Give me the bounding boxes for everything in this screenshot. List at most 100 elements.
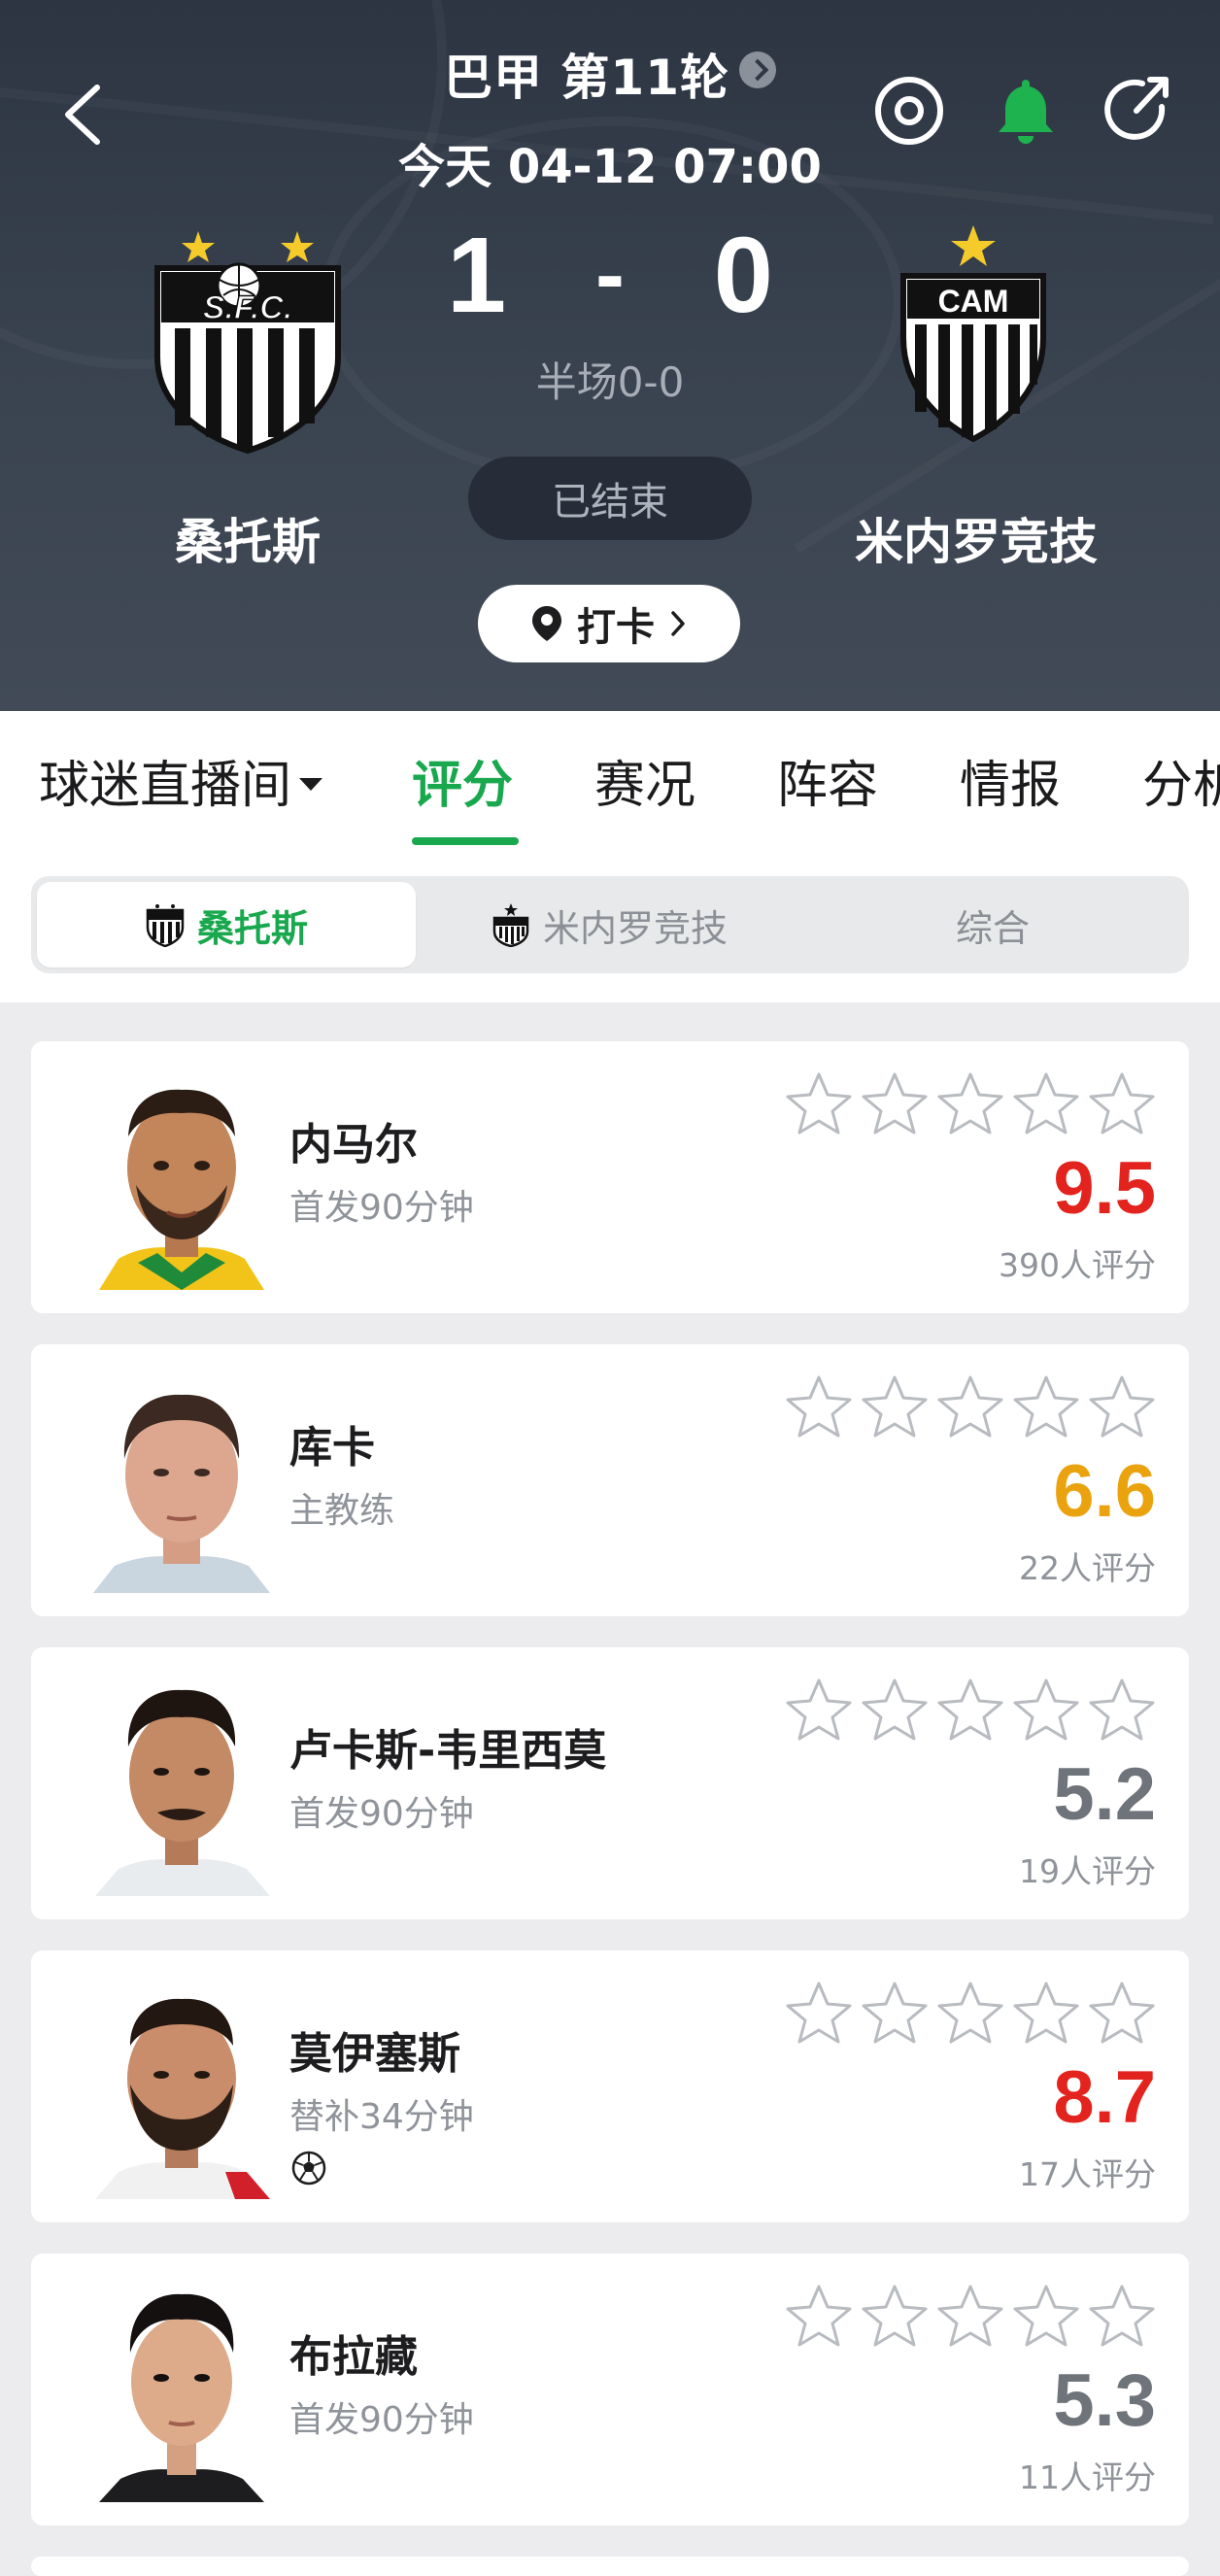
home-score: 1 (447, 215, 507, 335)
player-rating-card[interactable]: 布拉藏 首发90分钟 5.3 11人评分 (31, 2254, 1189, 2525)
location-pin-icon (532, 606, 561, 641)
match-header: 巴甲 第11轮 今天 04-12 07:00 S.F.C. 1 - 0 半场0-… (0, 0, 1220, 711)
santos-mini-crest-icon (146, 904, 185, 947)
segment-home-team[interactable]: 桑托斯 (37, 882, 416, 967)
checkin-label: 打卡 (577, 605, 655, 650)
away-score: 0 (713, 215, 773, 335)
player-photo (80, 1372, 284, 1593)
match-score: 1 - 0 (447, 212, 773, 338)
target-icon[interactable] (872, 74, 946, 148)
home-team-name[interactable]: 桑托斯 (97, 503, 398, 573)
segment-overall[interactable]: 综合 (802, 882, 1183, 967)
star-icon[interactable] (936, 1677, 1004, 1743)
star-icon[interactable] (1012, 2283, 1080, 2349)
segment-label: 米内罗竞技 (542, 906, 728, 950)
player-name: 布拉藏 (289, 2332, 418, 2382)
segment-away-team[interactable]: 米内罗竞技 (420, 882, 798, 967)
player-photo (80, 1675, 284, 1896)
star-rating-input[interactable] (785, 1373, 1156, 1440)
tab-label: 球迷直播间 (39, 757, 292, 815)
tab-bar: 球迷直播间 评分 赛况 阵容 情报 分析 (0, 711, 1220, 847)
player-role: 替补34分钟 (289, 2097, 474, 2137)
star-icon[interactable] (1088, 1070, 1156, 1136)
star-icon[interactable] (1012, 1373, 1080, 1440)
rating-count: 19人评分 (1019, 1852, 1156, 1890)
dropdown-caret-icon (299, 778, 323, 791)
star-icon[interactable] (1088, 1373, 1156, 1440)
atletico-mini-crest-icon (492, 903, 529, 947)
player-rating-card[interactable]: 库卡 主教练 6.6 22人评分 (31, 1344, 1189, 1616)
player-name: 卢卡斯-韦里西莫 (289, 1726, 607, 1776)
active-tab-indicator (412, 837, 519, 845)
player-rating-score: 8.7 (1053, 2056, 1156, 2139)
tab-fan-live[interactable]: 球迷直播间 (39, 744, 323, 817)
star-icon[interactable] (861, 1070, 929, 1136)
atletico-crest-text: CAM (938, 284, 1009, 319)
star-icon[interactable] (861, 1677, 929, 1743)
player-rating-score: 6.6 (1053, 1450, 1156, 1533)
score-separator: - (595, 225, 625, 323)
santos-crest: S.F.C. (154, 231, 341, 455)
star-icon[interactable] (861, 2283, 929, 2349)
player-rating-score: 5.2 (1053, 1753, 1156, 1836)
star-icon[interactable] (936, 2283, 1004, 2349)
star-icon[interactable] (785, 1070, 853, 1136)
share-icon[interactable] (1101, 74, 1175, 148)
soccer-ball-icon (291, 2151, 326, 2186)
player-name: 库卡 (289, 1423, 375, 1473)
player-rating-card-partial[interactable] (31, 2557, 1189, 2576)
team-filter-area: 桑托斯 米内罗竞技 综合 (0, 847, 1220, 1002)
star-icon[interactable] (1088, 1677, 1156, 1743)
segment-label: 桑托斯 (196, 906, 308, 950)
santos-crest-text: S.F.C. (203, 289, 293, 326)
star-icon[interactable] (785, 1677, 853, 1743)
player-rating-score: 9.5 (1053, 1147, 1156, 1230)
player-photo (80, 1978, 284, 2199)
star-rating-input[interactable] (785, 1677, 1156, 1743)
star-rating-input[interactable] (785, 2283, 1156, 2349)
star-icon[interactable] (1088, 2283, 1156, 2349)
tab-match-events[interactable]: 赛况 (594, 744, 695, 817)
player-photo (80, 2281, 284, 2502)
player-role: 首发90分钟 (289, 2400, 474, 2440)
star-icon[interactable] (785, 2283, 853, 2349)
star-rating-input[interactable] (785, 1070, 1156, 1136)
star-icon[interactable] (936, 1373, 1004, 1440)
player-role: 主教练 (289, 1491, 395, 1531)
rating-count: 11人评分 (1019, 2458, 1156, 2496)
player-role: 首发90分钟 (289, 1188, 474, 1228)
team-segmented-control: 桑托斯 米内罗竞技 综合 (31, 876, 1189, 973)
bell-icon[interactable] (989, 74, 1063, 148)
star-icon[interactable] (1088, 1980, 1156, 2046)
star-icon[interactable] (1012, 1980, 1080, 2046)
star-icon[interactable] (785, 1373, 853, 1440)
rating-count: 390人评分 (999, 1246, 1156, 1284)
star-icon[interactable] (1012, 1070, 1080, 1136)
player-rating-card[interactable]: 卢卡斯-韦里西莫 首发90分钟 5.2 19人评分 (31, 1647, 1189, 1919)
chevron-right-icon (671, 611, 685, 636)
player-role: 首发90分钟 (289, 1794, 474, 1834)
star-icon[interactable] (785, 1980, 853, 2046)
tab-analysis[interactable]: 分析 (1142, 744, 1220, 817)
tab-lineup[interactable]: 阵容 (777, 744, 878, 817)
rating-count: 22人评分 (1019, 1549, 1156, 1587)
rating-count: 17人评分 (1019, 2155, 1156, 2193)
star-icon[interactable] (861, 1980, 929, 2046)
player-name: 莫伊塞斯 (289, 2029, 460, 2079)
player-rating-card[interactable]: 莫伊塞斯 替补34分钟 8.7 17人评分 (31, 1950, 1189, 2222)
away-team-name[interactable]: 米内罗竞技 (826, 503, 1127, 573)
player-rating-score: 5.3 (1053, 2359, 1156, 2442)
league-round-label: 巴甲 第11轮 (444, 50, 729, 106)
player-photo (80, 1068, 284, 1290)
checkin-button[interactable]: 打卡 (478, 585, 740, 662)
chevron-right-icon (739, 51, 776, 88)
player-rating-card[interactable]: 内马尔 首发90分钟 9.5 390人评分 (31, 1041, 1189, 1313)
star-icon[interactable] (936, 1980, 1004, 2046)
tab-ratings[interactable]: 评分 (412, 744, 513, 817)
star-icon[interactable] (1012, 1677, 1080, 1743)
star-icon[interactable] (936, 1070, 1004, 1136)
star-icon[interactable] (861, 1373, 929, 1440)
star-rating-input[interactable] (785, 1980, 1156, 2046)
tab-intel[interactable]: 情报 (960, 744, 1061, 817)
player-name: 内马尔 (289, 1120, 418, 1169)
